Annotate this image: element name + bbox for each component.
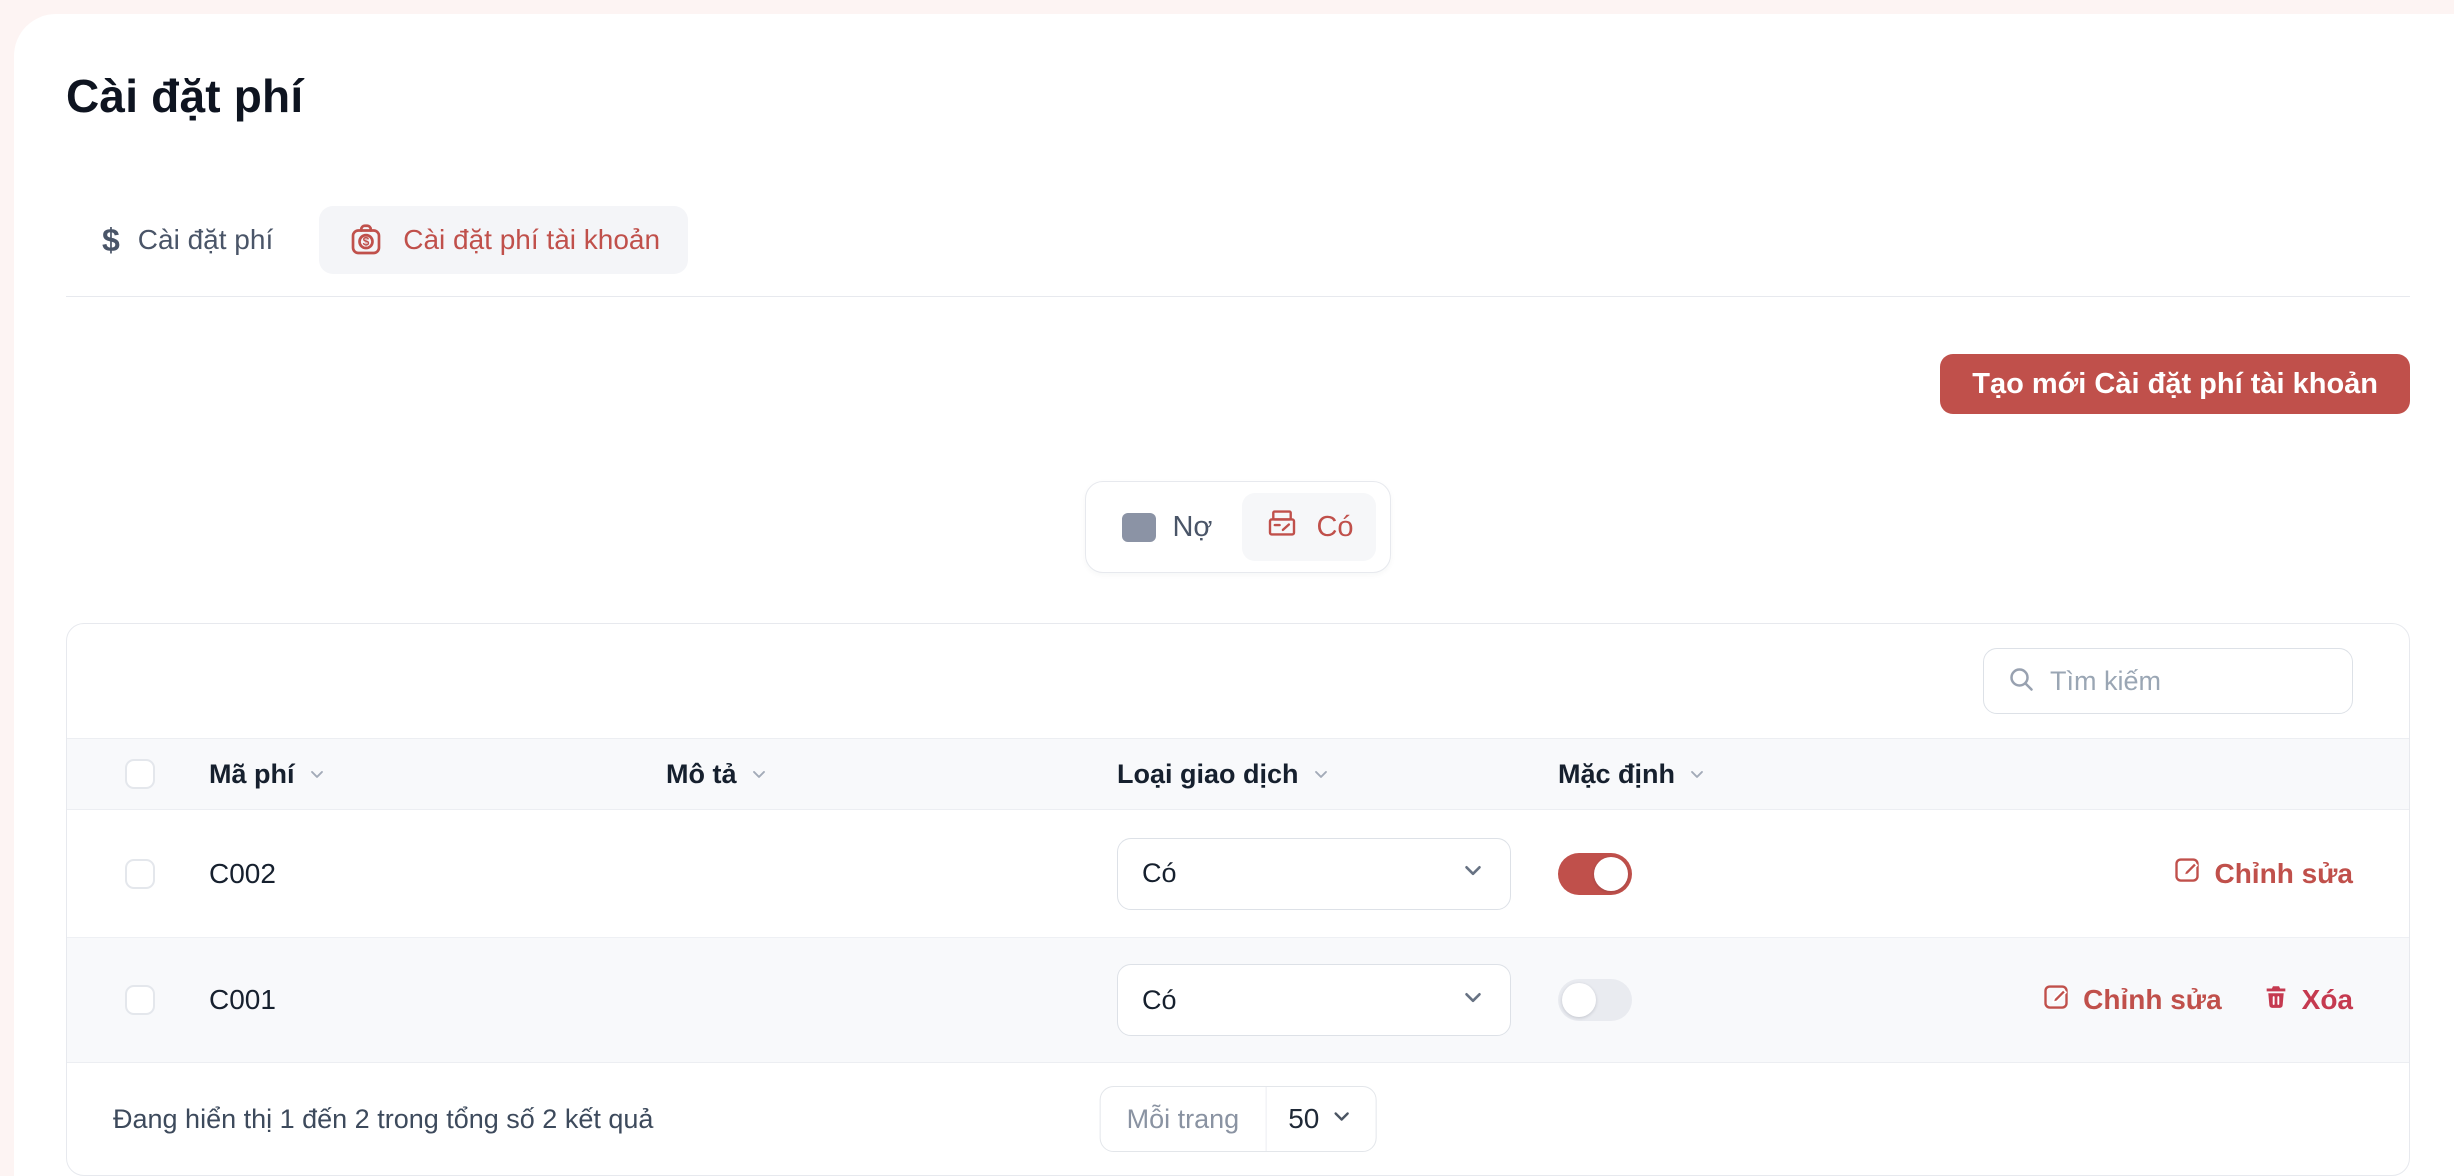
money-bag-icon: $ [347, 221, 385, 259]
table-search-row [67, 624, 2409, 738]
chevron-down-icon [1329, 1103, 1353, 1135]
tab-bar: $ Cài đặt phí $ Cài đặt phí tài khoản [66, 206, 2410, 274]
fee-settings-table: Mã phí Mô tả Loại giao dịch Mặc định [66, 623, 2410, 1176]
table-row: C001 Có Chỉnh sửa Xóa [67, 937, 2409, 1062]
table-row: C002 Có Chỉnh sửa [67, 810, 2409, 937]
column-label: Loại giao dịch [1117, 758, 1299, 789]
chevron-down-icon [1460, 984, 1486, 1017]
default-toggle[interactable] [1558, 979, 1632, 1021]
column-header-loai-giao-dich[interactable]: Loại giao dịch [1117, 759, 1558, 790]
debit-icon [1122, 512, 1157, 542]
type-option-credit[interactable]: Có [1242, 493, 1376, 561]
delete-button[interactable]: Xóa [2262, 983, 2353, 1018]
toggle-knob [1562, 983, 1596, 1017]
column-label: Mã phí [209, 758, 295, 789]
select-value: Có [1142, 858, 1177, 888]
transaction-type-select[interactable]: Có [1117, 964, 1511, 1036]
edit-label: Chỉnh sửa [2083, 984, 2222, 1015]
edit-icon [2041, 982, 2071, 1019]
chevron-down-icon [1460, 857, 1486, 890]
column-header-ma-phi[interactable]: Mã phí [209, 759, 666, 790]
tab-label: Cài đặt phí tài khoản [403, 224, 661, 255]
edit-button[interactable]: Chỉnh sửa [2172, 855, 2353, 892]
create-fee-setting-button[interactable]: Tạo mới Cài đặt phí tài khoản [1940, 354, 2410, 414]
column-label: Mô tả [666, 758, 737, 789]
table-header-row: Mã phí Mô tả Loại giao dịch Mặc định [67, 738, 2409, 810]
dollar-icon: $ [102, 221, 120, 258]
search-box [1983, 648, 2353, 714]
svg-text:$: $ [363, 235, 370, 249]
toggle-knob [1594, 856, 1628, 891]
chevron-down-icon [1687, 764, 1707, 784]
per-page-value: 50 [1288, 1103, 1320, 1134]
select-value: Có [1142, 984, 1177, 1015]
chevron-down-icon [1311, 764, 1331, 784]
row-checkbox[interactable] [125, 985, 155, 1015]
search-input[interactable] [2050, 665, 2330, 697]
select-all-checkbox[interactable] [125, 759, 155, 789]
chevron-down-icon [307, 764, 327, 784]
results-summary: Đang hiển thị 1 đến 2 trong tổng số 2 kế… [113, 1103, 654, 1134]
transaction-type-switcher-wrap: Nợ Có [66, 481, 2410, 573]
table-footer: Đang hiển thị 1 đến 2 trong tổng số 2 kế… [67, 1062, 2409, 1175]
edit-button[interactable]: Chỉnh sửa [2041, 982, 2222, 1019]
delete-label: Xóa [2301, 984, 2353, 1015]
type-option-label: Có [1316, 510, 1354, 543]
row-checkbox[interactable] [125, 858, 155, 889]
type-option-label: Nợ [1172, 510, 1213, 543]
tab-cai-dat-phi[interactable]: $ Cài đặt phí [102, 222, 273, 259]
transaction-type-switcher: Nợ Có [1085, 481, 1391, 573]
per-page-select[interactable]: 50 [1266, 1087, 1375, 1151]
search-icon [2006, 664, 2036, 699]
credit-icon [1264, 505, 1300, 549]
column-header-mo-ta[interactable]: Mô tả [666, 759, 1117, 790]
fee-code: C002 [209, 857, 276, 889]
tab-cai-dat-phi-tai-khoan[interactable]: $ Cài đặt phí tài khoản [319, 206, 689, 274]
edit-label: Chỉnh sửa [2214, 857, 2353, 889]
tab-label: Cài đặt phí [137, 224, 274, 255]
trash-icon [2262, 983, 2290, 1018]
per-page-label: Mỗi trang [1101, 1087, 1267, 1151]
type-option-debit[interactable]: Nợ [1100, 499, 1234, 556]
chevron-down-icon [749, 764, 769, 784]
edit-icon [2172, 855, 2202, 892]
page-title: Cài đặt phí [66, 70, 304, 122]
column-header-mac-dinh[interactable]: Mặc định [1558, 759, 2353, 790]
toolbar: Tạo mới Cài đặt phí tài khoản [66, 354, 2410, 414]
content-card: Cài đặt phí $ Cài đặt phí $ Cài đặt phí … [14, 14, 2454, 1176]
fee-code: C001 [209, 984, 276, 1015]
divider [66, 296, 2410, 297]
default-toggle[interactable] [1558, 852, 1632, 895]
transaction-type-select[interactable]: Có [1117, 837, 1511, 910]
column-label: Mặc định [1558, 758, 1676, 789]
per-page-control: Mỗi trang 50 [1099, 1086, 1377, 1152]
